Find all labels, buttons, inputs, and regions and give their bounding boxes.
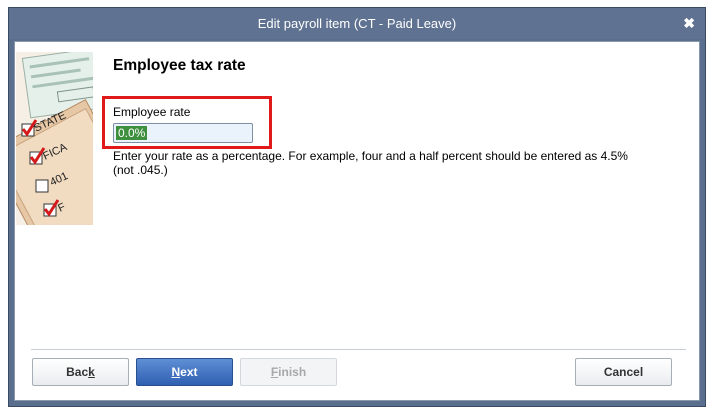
finish-button[interactable]: Finish [240,358,337,386]
tax-forms-illustration: STATE FICA 401 F [16,52,93,225]
employee-rate-input[interactable]: 0.0% [113,123,253,143]
finish-label-rest: inish [278,365,307,379]
back-label-start: Bac [66,365,89,379]
dialog-content: STATE FICA 401 F Employee tax rate Emplo… [14,41,700,401]
help-text: Enter your rate as a percentage. For exa… [113,149,628,177]
next-label-rest: ext [180,365,198,379]
title-bar: Edit payroll item (CT - Paid Leave) ✖ [9,8,705,39]
window-title: Edit payroll item (CT - Paid Leave) [257,16,457,31]
cancel-button[interactable]: Cancel [575,358,672,386]
back-button[interactable]: Back [32,358,129,386]
payroll-item-dialog: Edit payroll item (CT - Paid Leave) ✖ ST… [8,7,706,407]
next-label-mnemonic: N [171,365,181,379]
button-divider [31,349,686,350]
back-label-mnemonic: k [88,365,95,379]
close-icon[interactable]: ✖ [683,8,695,39]
next-button[interactable]: Next [136,358,233,386]
employee-rate-label: Employee rate [113,105,191,119]
page-title: Employee tax rate [113,57,246,74]
employee-rate-value: 0.0% [116,126,148,140]
